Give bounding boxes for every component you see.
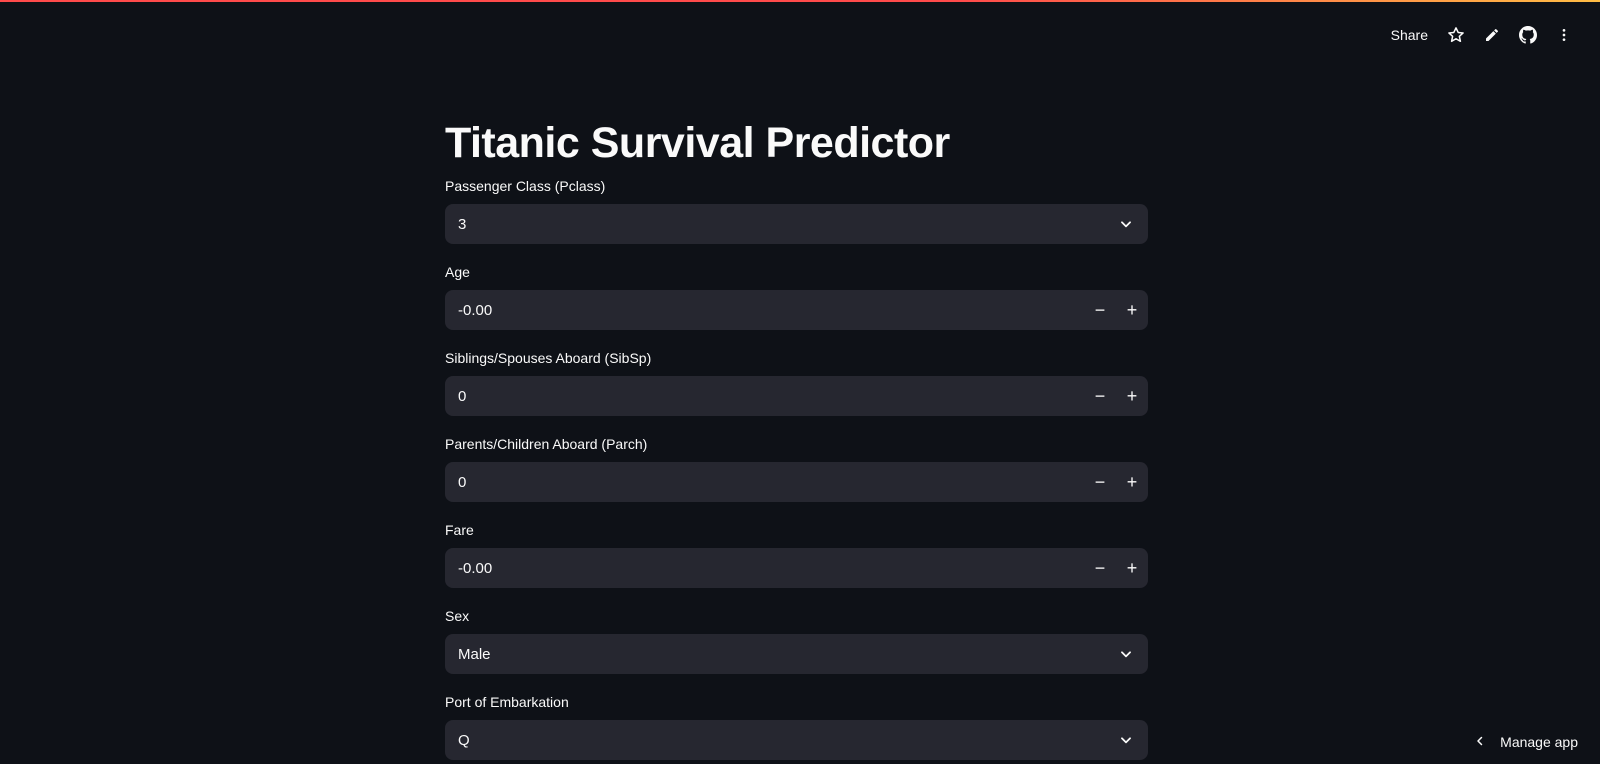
- more-vertical-icon[interactable]: [1546, 22, 1582, 48]
- parch-increment-button[interactable]: +: [1116, 462, 1148, 502]
- embarked-value: Q: [458, 731, 470, 749]
- parch-label: Parents/Children Aboard (Parch): [445, 436, 648, 452]
- share-button[interactable]: Share: [1381, 23, 1438, 47]
- top-accent-bar: [0, 0, 1600, 2]
- sibsp-increment-button[interactable]: +: [1116, 376, 1148, 416]
- chevron-left-icon: [1474, 734, 1486, 750]
- sibsp-field: Siblings/Spouses Aboard (SibSp) 0 − +: [445, 348, 1148, 416]
- pencil-icon[interactable]: [1474, 22, 1510, 48]
- pclass-select[interactable]: 3: [445, 204, 1148, 244]
- parch-field: Parents/Children Aboard (Parch) 0 − +: [445, 434, 1148, 502]
- sex-label: Sex: [445, 608, 470, 624]
- app-toolbar: Share: [1381, 22, 1582, 48]
- age-field: Age -0.00 − +: [445, 262, 1148, 330]
- parch-input[interactable]: 0 − +: [445, 462, 1148, 502]
- fare-label: Fare: [445, 522, 474, 538]
- github-icon[interactable]: [1510, 22, 1546, 48]
- age-label: Age: [445, 264, 470, 280]
- age-input[interactable]: -0.00 − +: [445, 290, 1148, 330]
- chevron-down-icon: [1114, 642, 1138, 666]
- main-content: Titanic Survival Predictor Passenger Cla…: [445, 110, 1148, 760]
- embarked-field: Port of Embarkation Q: [445, 692, 1148, 760]
- manage-app-label: Manage app: [1500, 734, 1578, 750]
- fare-value[interactable]: -0.00: [458, 560, 1084, 577]
- parch-decrement-button[interactable]: −: [1084, 462, 1116, 502]
- pclass-value: 3: [458, 215, 467, 233]
- fare-field: Fare -0.00 − +: [445, 520, 1148, 588]
- fare-increment-button[interactable]: +: [1116, 548, 1148, 588]
- sex-value: Male: [458, 645, 491, 663]
- page-title: Titanic Survival Predictor: [445, 119, 950, 167]
- embarked-select[interactable]: Q: [445, 720, 1148, 760]
- sibsp-label: Siblings/Spouses Aboard (SibSp): [445, 350, 652, 366]
- manage-app-button[interactable]: Manage app: [1474, 734, 1578, 750]
- chevron-down-icon: [1114, 212, 1138, 236]
- sibsp-value[interactable]: 0: [458, 388, 1084, 405]
- sex-field: Sex Male: [445, 606, 1148, 674]
- fare-decrement-button[interactable]: −: [1084, 548, 1116, 588]
- pclass-field: Passenger Class (Pclass) 3: [445, 176, 1148, 244]
- chevron-down-icon: [1114, 728, 1138, 752]
- fare-input[interactable]: -0.00 − +: [445, 548, 1148, 588]
- sibsp-decrement-button[interactable]: −: [1084, 376, 1116, 416]
- sibsp-input[interactable]: 0 − +: [445, 376, 1148, 416]
- embarked-label: Port of Embarkation: [445, 694, 569, 710]
- age-increment-button[interactable]: +: [1116, 290, 1148, 330]
- star-icon[interactable]: [1438, 22, 1474, 48]
- parch-value[interactable]: 0: [458, 474, 1084, 491]
- sex-select[interactable]: Male: [445, 634, 1148, 674]
- age-decrement-button[interactable]: −: [1084, 290, 1116, 330]
- pclass-label: Passenger Class (Pclass): [445, 178, 606, 194]
- age-value[interactable]: -0.00: [458, 302, 1084, 319]
